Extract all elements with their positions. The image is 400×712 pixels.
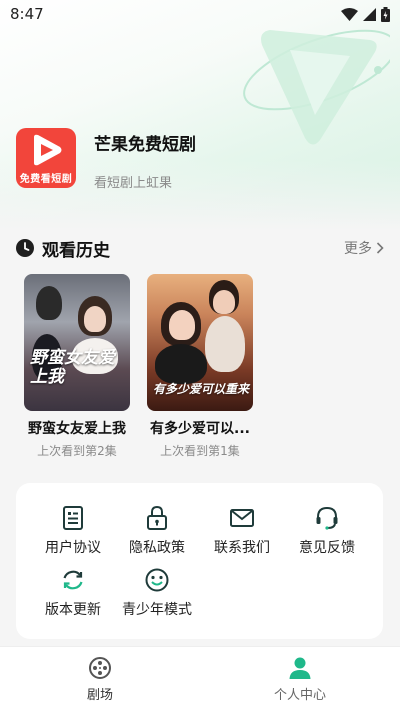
menu-item-feedback[interactable]: 意见反馈 bbox=[284, 505, 370, 557]
menu-label: 用户协议 bbox=[45, 540, 101, 556]
history-list: 野蛮女友爱上我 野蛮女友爱上我 上次看到第2集 有多少爱可以重来 有多少爱可以.… bbox=[24, 274, 253, 459]
cellular-signal-icon bbox=[363, 7, 376, 21]
history-item[interactable]: 野蛮女友爱上我 野蛮女友爱上我 上次看到第2集 bbox=[24, 274, 130, 459]
app-logo: 免费看短剧 bbox=[16, 128, 76, 188]
menu-item-contact-us[interactable]: 联系我们 bbox=[199, 505, 285, 557]
menu-item-version-update[interactable]: 版本更新 bbox=[30, 567, 116, 619]
menu-label: 意见反馈 bbox=[299, 540, 355, 556]
tab-theater[interactable]: 剧场 bbox=[0, 647, 200, 712]
status-icons bbox=[341, 6, 390, 22]
app-info: 免费看短剧 芒果免费短剧 看短剧上虹果 bbox=[16, 128, 196, 191]
tab-personal-center[interactable]: 个人中心 bbox=[200, 647, 400, 712]
history-header: 观看历史 更多 bbox=[16, 236, 384, 261]
menu-label: 隐私政策 bbox=[129, 540, 185, 556]
document-icon bbox=[63, 506, 83, 530]
app-name: 芒果免费短剧 bbox=[94, 135, 196, 155]
tab-label: 个人中心 bbox=[273, 688, 326, 703]
menu-item-privacy-policy[interactable]: 隐私政策 bbox=[114, 505, 200, 557]
more-label: 更多 bbox=[344, 241, 372, 257]
tab-label: 剧场 bbox=[86, 688, 113, 703]
decorative-play-shape bbox=[243, 29, 390, 145]
history-title: 观看历史 bbox=[42, 240, 110, 261]
mail-icon bbox=[230, 509, 254, 527]
drama-title: 野蛮女友爱上我 bbox=[28, 421, 126, 437]
drama-title: 有多少爱可以... bbox=[150, 421, 250, 437]
smile-icon bbox=[145, 568, 169, 592]
refresh-icon bbox=[63, 570, 83, 590]
drama-cover[interactable]: 有多少爱可以重来 bbox=[147, 274, 253, 411]
menu-label: 青少年模式 bbox=[122, 602, 192, 618]
clock-icon bbox=[16, 239, 34, 257]
header-background bbox=[0, 0, 400, 230]
play-logo-icon bbox=[34, 134, 62, 166]
menu-label: 版本更新 bbox=[45, 602, 101, 618]
app-logo-text: 免费看短剧 bbox=[19, 174, 73, 185]
film-reel-icon bbox=[89, 657, 111, 679]
wifi-icon bbox=[341, 7, 358, 21]
menu-label: 联系我们 bbox=[214, 540, 270, 556]
cover-title-art: 野蛮女友爱上我 bbox=[30, 348, 115, 387]
headset-icon bbox=[316, 506, 338, 530]
bottom-tab-bar: 剧场 个人中心 bbox=[0, 646, 400, 712]
lock-icon bbox=[147, 505, 167, 530]
person-icon bbox=[289, 657, 311, 679]
watch-progress: 上次看到第2集 bbox=[37, 444, 117, 458]
app-slogan: 看短剧上虹果 bbox=[94, 176, 173, 191]
status-bar: 8:47 bbox=[0, 0, 400, 28]
drama-cover[interactable]: 野蛮女友爱上我 bbox=[24, 274, 130, 411]
chevron-right-icon bbox=[376, 242, 384, 254]
history-more-link[interactable]: 更多 bbox=[344, 238, 384, 258]
history-item[interactable]: 有多少爱可以重来 有多少爱可以... 上次看到第1集 bbox=[147, 274, 253, 459]
menu-item-user-agreement[interactable]: 用户协议 bbox=[30, 505, 116, 557]
watch-progress: 上次看到第1集 bbox=[160, 444, 240, 458]
settings-menu-card: 用户协议 隐私政策 联系我们 意见反馈 版本更新 青少年模式 bbox=[16, 483, 383, 639]
battery-icon bbox=[381, 6, 390, 22]
menu-item-teen-mode[interactable]: 青少年模式 bbox=[114, 567, 200, 619]
cover-title-art: 有多少爱可以重来 bbox=[153, 382, 250, 396]
status-time: 8:47 bbox=[10, 5, 44, 23]
